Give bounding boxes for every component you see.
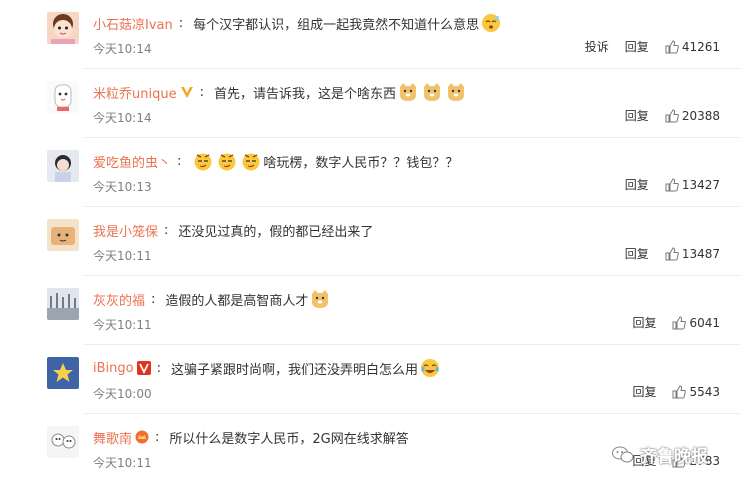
like-count: 13427 [681, 177, 720, 192]
thumbs-up-icon [665, 246, 679, 260]
comment-text: 这骗子紧跟时尚啊，我们还没弄明白怎么用 [171, 358, 442, 378]
like-button[interactable]: 6041 [672, 316, 720, 330]
comment-time: 今天10:11 [93, 318, 152, 332]
reply-button[interactable]: 回复 [632, 314, 656, 331]
comment-time: 今天10:11 [93, 456, 152, 470]
report-button[interactable]: 投诉 [585, 38, 609, 55]
doge-emoji-icon [312, 290, 329, 308]
username-link[interactable]: 舞歌南 [93, 428, 132, 447]
reply-button[interactable]: 回复 [625, 176, 649, 193]
like-button[interactable]: 13487 [665, 247, 720, 261]
colon: : [151, 291, 156, 307]
like-button[interactable]: 41261 [665, 40, 720, 54]
comment-time: 今天10:14 [93, 42, 152, 56]
avatar[interactable] [47, 150, 79, 182]
colon: : [178, 15, 184, 31]
comment-time: 今天10:00 [93, 387, 152, 401]
comment-text: 造假的人都是高智商人才 [165, 289, 332, 309]
verified-badge-icon [136, 361, 151, 375]
reply-button[interactable]: 回复 [632, 383, 656, 400]
username-link[interactable]: 我是小笼保 [93, 221, 158, 240]
colon: : [177, 153, 182, 169]
like-button[interactable]: 20388 [665, 109, 720, 123]
smug-emoji-icon [194, 153, 212, 171]
like-button[interactable]: 13427 [665, 178, 720, 192]
comment-item: 米粒乔unique : 首先，请告诉我，这是个啥东西 今天10:14 回复 20… [0, 69, 750, 138]
reply-button[interactable]: 回复 [625, 245, 649, 262]
like-button[interactable]: 5543 [672, 385, 720, 399]
avatar[interactable] [47, 219, 79, 251]
avatar[interactable] [47, 81, 79, 113]
colon: : [155, 429, 160, 445]
thumbs-up-icon [665, 108, 679, 122]
vip-badge-icon [180, 87, 193, 98]
like-count: 5543 [689, 384, 720, 399]
avatar[interactable] [47, 426, 79, 458]
like-count: 13487 [681, 246, 720, 261]
thumbs-up-icon [672, 384, 687, 398]
watermark: 齐鲁晚报 [612, 442, 708, 467]
username-link[interactable]: 米粒乔unique [93, 83, 177, 102]
comment-time: 今天10:13 [93, 180, 152, 194]
smug-emoji-icon [218, 153, 236, 171]
comment-text: 每个汉字都认识，组成一起我竟然不知道什么意思 [193, 13, 503, 33]
comment-text: 啥玩楞，数字人民币？？钱包？？ [191, 151, 458, 171]
comment-text: 所以什么是数字人民币，2G网在线求解答 [169, 431, 409, 447]
colon: : [199, 84, 204, 100]
username-link[interactable]: 爱吃鱼的虫丶 [93, 152, 171, 171]
avatar[interactable] [47, 357, 79, 389]
thumbs-up-icon [665, 39, 679, 53]
avatar[interactable] [47, 288, 79, 320]
member-crown-badge-icon [135, 430, 149, 444]
comment-item: 我是小笼保 : 还没见过真的，假的都已经出来了 今天10:11 回复 13487 [0, 207, 750, 276]
colon: : [164, 222, 169, 238]
watermark-text: 齐鲁晚报 [640, 447, 708, 467]
wechat-logo-icon [612, 446, 634, 462]
doge-emoji-icon [424, 83, 440, 101]
comment-text: 还没见过真的，假的都已经出来了 [178, 224, 374, 240]
sleepy-emoji-icon [482, 14, 501, 32]
comment-time: 今天10:14 [93, 111, 152, 125]
like-count: 6041 [689, 315, 720, 330]
reply-button[interactable]: 回复 [625, 107, 649, 124]
doge-emoji-icon [448, 83, 464, 101]
username-link[interactable]: 灰灰的福 [93, 290, 145, 309]
username-link[interactable]: iBingo [93, 361, 134, 376]
username-link[interactable]: 小石菇凉Ivan [93, 14, 173, 33]
comment-text: 首先，请告诉我，这是个啥东西 [214, 82, 468, 102]
comment-item: iBingo : 这骗子紧跟时尚啊，我们还没弄明白怎么用 今天10:00 回复 … [0, 345, 750, 414]
doge-emoji-icon [400, 83, 416, 101]
thumbs-up-icon [672, 315, 687, 329]
like-count: 41261 [681, 39, 720, 54]
avatar[interactable] [47, 12, 79, 44]
comment-item: 爱吃鱼的虫丶 : 啥玩楞，数字人民币？？钱包？？ 今天10:13 回复 1342… [0, 138, 750, 207]
comment-time: 今天10:11 [93, 249, 152, 263]
laugh-cry-emoji-icon [421, 359, 439, 377]
thumbs-up-icon [665, 177, 679, 191]
colon: : [156, 360, 161, 376]
like-count: 20388 [681, 108, 720, 123]
comment-item: 小石菇凉Ivan : 每个汉字都认识，组成一起我竟然不知道什么意思 今天10:1… [0, 0, 750, 69]
smug-emoji-icon [242, 153, 260, 171]
reply-button[interactable]: 回复 [625, 38, 649, 55]
comment-item: 灰灰的福 : 造假的人都是高智商人才 今天10:11 回复 6041 [0, 276, 750, 345]
